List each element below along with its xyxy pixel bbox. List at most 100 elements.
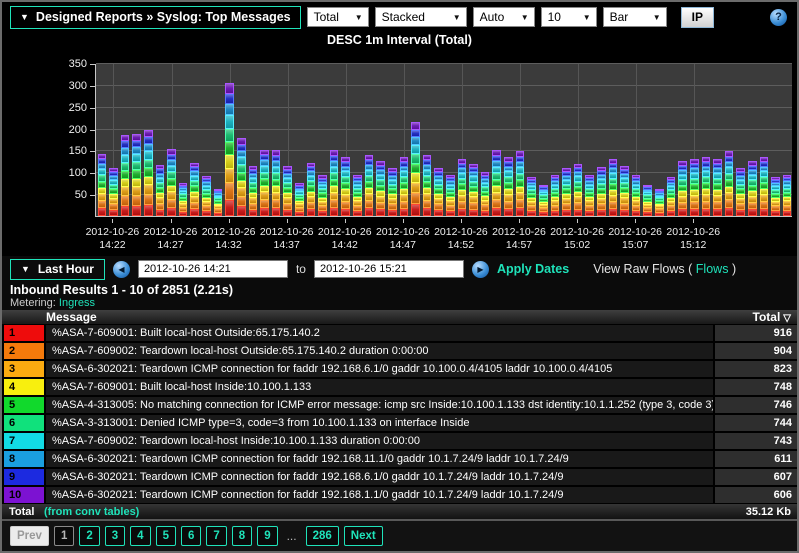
bar-15:00[interactable]: [551, 174, 560, 216]
bar-15:19[interactable]: [771, 177, 780, 216]
table-row[interactable]: 1%ASA-7-609001: Built local-host Outside…: [2, 324, 797, 342]
bar-14:48[interactable]: [411, 122, 420, 216]
apply-dates-button[interactable]: Apply Dates: [497, 262, 569, 276]
bar-14:22[interactable]: [109, 168, 118, 216]
step-back-button[interactable]: ◀: [113, 261, 130, 278]
bar-15:16[interactable]: [736, 168, 745, 216]
bar-14:24[interactable]: [132, 134, 141, 216]
bar-14:21[interactable]: [98, 154, 107, 216]
bar-14:50[interactable]: [434, 168, 443, 216]
top-n-dropdown[interactable]: 10 ▼: [541, 7, 597, 27]
table-row[interactable]: 4%ASA-7-609001: Built local-host Inside:…: [2, 378, 797, 396]
time-range-dropdown[interactable]: ▼ Last Hour: [10, 259, 105, 280]
from-date-input[interactable]: [138, 260, 288, 278]
page-button-2[interactable]: 2: [79, 526, 99, 546]
page-button-3[interactable]: 3: [105, 526, 125, 546]
bar-14:41[interactable]: [330, 150, 339, 216]
bar-14:38[interactable]: [295, 183, 304, 216]
bar-14:57[interactable]: [516, 151, 525, 216]
bar-14:46[interactable]: [388, 168, 397, 216]
bar-15:08[interactable]: [643, 185, 652, 216]
bar-15:20[interactable]: [783, 174, 792, 216]
bar-15:17[interactable]: [748, 161, 757, 216]
bar-14:26[interactable]: [156, 165, 165, 216]
bar-15:13[interactable]: [702, 157, 711, 216]
bar-15:05[interactable]: [609, 159, 618, 216]
bar-14:39[interactable]: [307, 163, 316, 216]
bar-14:58[interactable]: [527, 177, 536, 216]
bar-14:53[interactable]: [469, 164, 478, 216]
prev-page-button[interactable]: Prev: [10, 526, 49, 546]
bar-15:14[interactable]: [713, 159, 722, 216]
bar-15:04[interactable]: [597, 167, 606, 216]
table-row[interactable]: 2%ASA-7-609002: Teardown local-host Outs…: [2, 342, 797, 360]
bar-14:25[interactable]: [144, 130, 153, 216]
ip-button[interactable]: IP: [681, 7, 714, 28]
bar-14:30[interactable]: [202, 176, 211, 216]
bar-14:51[interactable]: [446, 174, 455, 216]
bar-14:40[interactable]: [318, 175, 327, 216]
bar-14:56[interactable]: [504, 157, 513, 216]
bar-14:59[interactable]: [539, 185, 548, 216]
table-row[interactable]: 3%ASA-6-302021: Teardown ICMP connection…: [2, 360, 797, 378]
bar-14:54[interactable]: [481, 172, 490, 216]
bar-14:55[interactable]: [492, 150, 501, 216]
bar-14:31[interactable]: [214, 189, 223, 216]
table-row[interactable]: 7%ASA-7-609002: Teardown local-host Insi…: [2, 432, 797, 450]
bar-15:10[interactable]: [667, 177, 676, 216]
bar-14:35[interactable]: [260, 150, 269, 216]
table-row[interactable]: 9%ASA-6-302021: Teardown ICMP connection…: [2, 468, 797, 486]
bar-15:12[interactable]: [690, 159, 699, 216]
bar-15:01[interactable]: [562, 168, 571, 216]
help-icon[interactable]: ?: [770, 9, 787, 26]
bar-15:02[interactable]: [574, 164, 583, 216]
bar-15:09[interactable]: [655, 189, 664, 216]
bar-14:49[interactable]: [423, 155, 432, 216]
page-button-1[interactable]: 1: [54, 526, 74, 546]
flows-link[interactable]: Flows: [696, 262, 729, 276]
bar-14:52[interactable]: [458, 159, 467, 216]
bar-14:23[interactable]: [121, 135, 130, 216]
page-button-4[interactable]: 4: [130, 526, 150, 546]
page-button-9[interactable]: 9: [257, 526, 277, 546]
chart-style-dropdown[interactable]: Bar ▼: [603, 7, 667, 27]
report-type-dropdown[interactable]: Total ▼: [307, 7, 369, 27]
bar-14:28[interactable]: [179, 183, 188, 216]
bar-14:37[interactable]: [283, 166, 292, 216]
bar-15:11[interactable]: [678, 161, 687, 216]
report-selector[interactable]: ▼ Designed Reports » Syslog: Top Message…: [10, 6, 301, 29]
bar-15:15[interactable]: [725, 151, 734, 216]
table-row[interactable]: 8%ASA-6-302021: Teardown ICMP connection…: [2, 450, 797, 468]
table-row[interactable]: 10%ASA-6-302021: Teardown ICMP connectio…: [2, 486, 797, 504]
bar-14:34[interactable]: [249, 166, 258, 216]
next-page-button[interactable]: Next: [344, 526, 383, 546]
bar-14:42[interactable]: [341, 157, 350, 216]
bar-14:33[interactable]: [237, 138, 246, 216]
display-mode-dropdown[interactable]: Stacked ▼: [375, 7, 467, 27]
bar-15:03[interactable]: [585, 174, 594, 216]
rate-mode-dropdown[interactable]: Auto ▼: [473, 7, 535, 27]
table-row[interactable]: 5%ASA-4-313005: No matching connection f…: [2, 396, 797, 414]
bar-15:07[interactable]: [632, 174, 641, 216]
page-button-7[interactable]: 7: [206, 526, 226, 546]
to-date-input[interactable]: [314, 260, 464, 278]
page-button-8[interactable]: 8: [232, 526, 252, 546]
bar-14:32[interactable]: [225, 83, 234, 216]
bar-15:06[interactable]: [620, 166, 629, 216]
bar-14:45[interactable]: [376, 161, 385, 216]
bar-14:27[interactable]: [167, 149, 176, 216]
message-cell: %ASA-4-313005: No matching connection fo…: [46, 397, 713, 413]
step-forward-button[interactable]: ▶: [472, 261, 489, 278]
page-button-286[interactable]: 286: [306, 526, 339, 546]
page-button-5[interactable]: 5: [156, 526, 176, 546]
bar-14:44[interactable]: [365, 155, 374, 216]
page-button-6[interactable]: 6: [181, 526, 201, 546]
table-row[interactable]: 6%ASA-3-313001: Denied ICMP type=3, code…: [2, 414, 797, 432]
total-column-header[interactable]: Total▽: [713, 310, 797, 324]
bar-15:18[interactable]: [760, 157, 769, 216]
bar-14:29[interactable]: [190, 163, 199, 216]
bar-14:47[interactable]: [400, 157, 409, 216]
bar-14:36[interactable]: [272, 150, 281, 216]
message-column-header[interactable]: Message: [2, 310, 713, 324]
bar-14:43[interactable]: [353, 174, 362, 216]
